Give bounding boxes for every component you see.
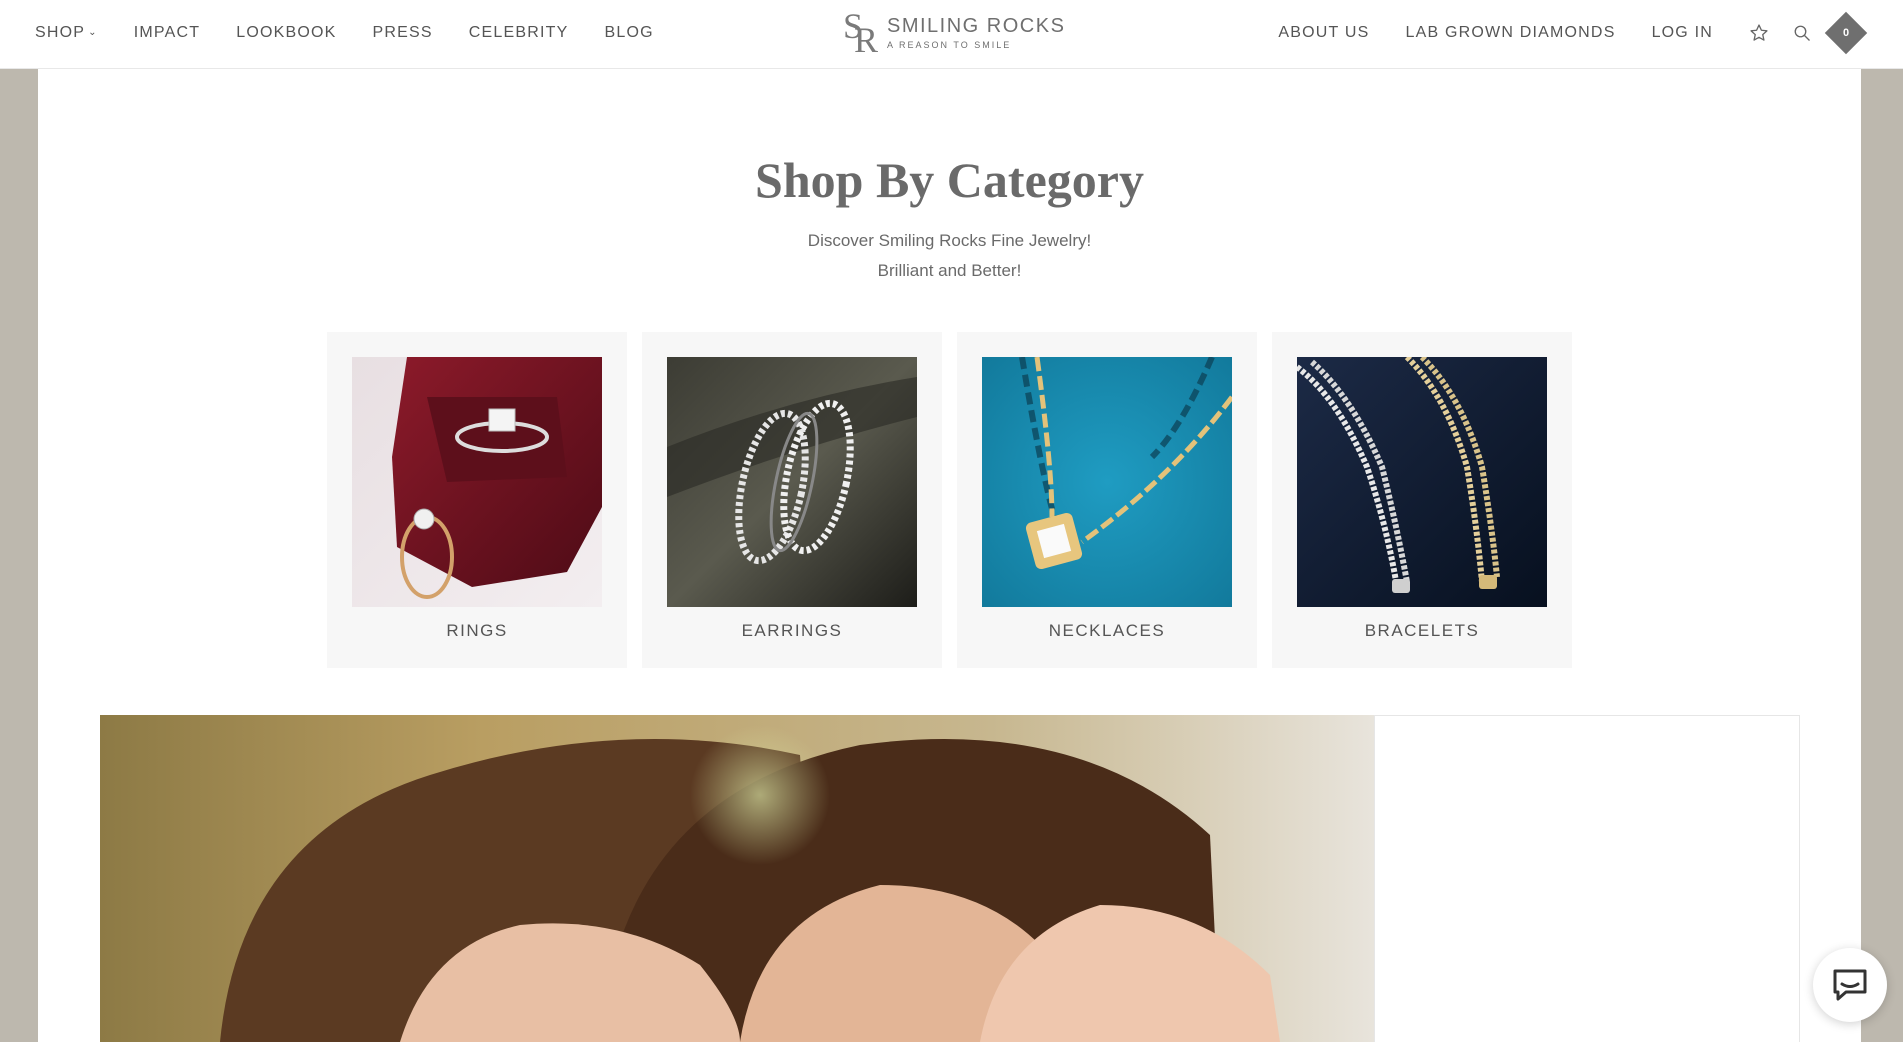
nav-log-in[interactable]: LOG IN — [1652, 24, 1713, 42]
category-grid: RINGS EARRINGS NECKLACES BRACELETS — [327, 332, 1572, 668]
nav-celebrity[interactable]: CELEBRITY — [469, 24, 569, 42]
chat-icon[interactable] — [1813, 948, 1887, 1022]
main-content: Shop By Category Discover Smiling Rocks … — [38, 69, 1861, 1042]
section-subtitle: Discover Smiling Rocks Fine Jewelry! Bri… — [38, 226, 1861, 286]
bracelets-image[interactable] — [1297, 357, 1547, 607]
earrings-label[interactable]: EARRINGS — [642, 621, 942, 641]
category-card-earrings[interactable]: EARRINGS — [642, 332, 942, 668]
nav-lab-grown-diamonds[interactable]: LAB GROWN DIAMONDS — [1406, 24, 1616, 42]
subtitle-line-1: Discover Smiling Rocks Fine Jewelry! — [807, 231, 1092, 250]
logo-monogram: SR — [843, 6, 879, 60]
hero-image[interactable] — [100, 715, 1375, 1042]
cart-count: 0 — [1842, 27, 1850, 39]
nav-press[interactable]: PRESS — [373, 24, 433, 42]
promo-side-panel — [1374, 715, 1800, 1042]
nav-shop[interactable]: SHOP ⌄ — [35, 24, 98, 42]
subtitle-line-2: Brilliant and Better! — [877, 261, 1022, 280]
site-header: SHOP ⌄ IMPACT LOOKBOOK PRESS CELEBRITY BL… — [0, 0, 1903, 69]
cart-icon[interactable]: 0 — [1824, 11, 1868, 55]
logo-wordmark: SMILING ROCKS A REASON TO SMILE — [887, 15, 1065, 50]
rings-image[interactable] — [352, 357, 602, 607]
necklaces-label[interactable]: NECKLACES — [957, 621, 1257, 641]
search-icon[interactable] — [1793, 24, 1811, 42]
bracelets-label[interactable]: BRACELETS — [1272, 621, 1572, 641]
section-title: Shop By Category — [755, 152, 1144, 208]
earrings-image[interactable] — [667, 357, 917, 607]
category-card-bracelets[interactable]: BRACELETS — [1272, 332, 1572, 668]
nav-blog[interactable]: BLOG — [604, 24, 653, 42]
category-card-rings[interactable]: RINGS — [327, 332, 627, 668]
primary-nav: SHOP ⌄ IMPACT LOOKBOOK PRESS CELEBRITY BL… — [35, 0, 654, 66]
star-icon[interactable] — [1749, 23, 1769, 43]
nav-shop-label: SHOP — [35, 24, 86, 41]
nav-lookbook[interactable]: LOOKBOOK — [236, 24, 336, 42]
chevron-down-icon: ⌄ — [88, 27, 98, 38]
site-logo[interactable]: SR SMILING ROCKS A REASON TO SMILE — [843, 6, 1065, 60]
logo-tagline: A REASON TO SMILE — [887, 39, 1012, 50]
necklaces-image[interactable] — [982, 357, 1232, 607]
secondary-nav: ABOUT US LAB GROWN DIAMONDS LOG IN 0 — [1278, 0, 1868, 66]
nav-impact[interactable]: IMPACT — [134, 24, 200, 42]
rings-label[interactable]: RINGS — [327, 621, 627, 641]
logo-name: SMILING ROCKS — [887, 14, 1066, 37]
category-card-necklaces[interactable]: NECKLACES — [957, 332, 1257, 668]
nav-about-us[interactable]: ABOUT US — [1278, 24, 1369, 42]
